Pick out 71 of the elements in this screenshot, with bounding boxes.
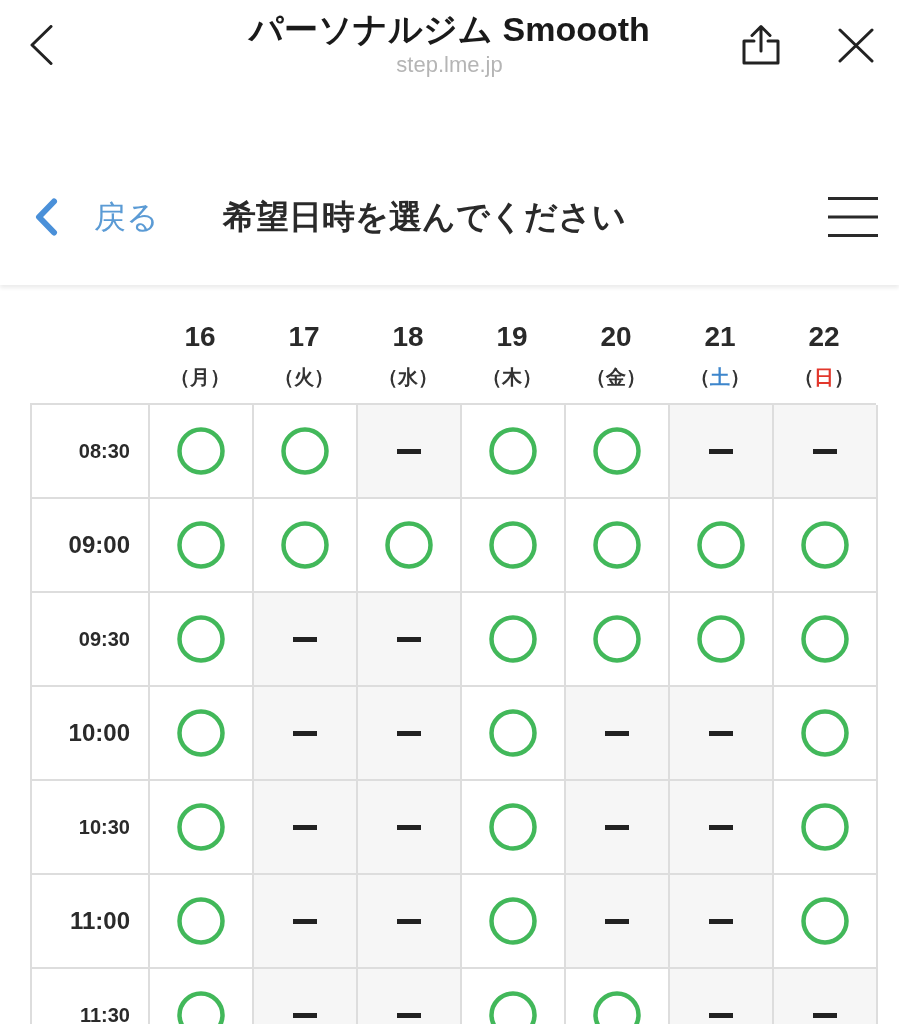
slot-cell[interactable] (254, 875, 358, 969)
slot-cell[interactable] (150, 499, 254, 593)
slot-cell[interactable] (150, 687, 254, 781)
date-label: 20 (600, 320, 632, 354)
time-label: 10:00 (32, 687, 150, 781)
slot-cell[interactable] (462, 781, 566, 875)
slot-cell[interactable] (774, 405, 878, 499)
slot-cell[interactable] (774, 875, 878, 969)
date-label: 19 (496, 320, 528, 354)
slot-cell[interactable] (254, 781, 358, 875)
slot-cell[interactable] (566, 687, 670, 781)
slot-cell[interactable] (774, 499, 878, 593)
slot-cell[interactable] (670, 875, 774, 969)
slot-cell[interactable] (670, 781, 774, 875)
header-title: 希望日時を選んでください (223, 197, 626, 237)
weekday-label: （火） (274, 365, 334, 390)
chevron-left-icon (34, 198, 58, 236)
slot-cell[interactable] (670, 687, 774, 781)
time-label: 10:30 (32, 781, 150, 875)
slot-cell[interactable] (462, 405, 566, 499)
share-icon[interactable] (742, 24, 780, 65)
slot-cell[interactable] (670, 593, 774, 687)
date-label: 17 (288, 320, 320, 354)
slot-cell[interactable] (254, 593, 358, 687)
slot-cell[interactable] (462, 593, 566, 687)
weekday-label: （土） (690, 365, 750, 390)
weekday-label: （月） (170, 365, 230, 390)
slot-cell[interactable] (566, 593, 670, 687)
time-label: 09:30 (32, 593, 150, 687)
slot-cell[interactable] (566, 875, 670, 969)
weekday-label: （日） (794, 365, 854, 390)
slot-cell[interactable] (566, 405, 670, 499)
slot-cell[interactable] (566, 781, 670, 875)
slot-cell[interactable] (254, 687, 358, 781)
weekday-label: （金） (586, 365, 646, 390)
slot-cell[interactable] (358, 875, 462, 969)
date-label: 16 (184, 320, 216, 354)
date-label: 21 (704, 320, 736, 354)
slot-cell[interactable] (254, 405, 358, 499)
slot-cell[interactable] (774, 781, 878, 875)
weekday-label: （水） (378, 365, 438, 390)
slot-cell[interactable] (670, 499, 774, 593)
date-label: 18 (392, 320, 424, 354)
slot-cell[interactable] (150, 405, 254, 499)
menu-icon[interactable] (828, 197, 878, 237)
slot-cell[interactable] (358, 405, 462, 499)
time-label: 08:30 (32, 405, 150, 499)
slot-cell[interactable] (462, 499, 566, 593)
slot-cell[interactable] (670, 405, 774, 499)
slot-cell[interactable] (774, 687, 878, 781)
slot-cell[interactable] (150, 593, 254, 687)
slot-cell[interactable] (254, 499, 358, 593)
slot-cell[interactable] (358, 499, 462, 593)
slot-cell[interactable] (774, 593, 878, 687)
slot-cell[interactable] (462, 875, 566, 969)
slot-cell[interactable] (358, 593, 462, 687)
weekday-label: （木） (482, 365, 542, 390)
page-title: パーソナルジム Smoooth (249, 9, 650, 50)
time-label: 09:00 (32, 499, 150, 593)
back-icon[interactable] (29, 25, 53, 65)
back-button[interactable]: 戻る (34, 193, 159, 241)
slot-cell[interactable] (150, 875, 254, 969)
slot-cell[interactable] (566, 499, 670, 593)
date-label: 22 (808, 320, 840, 354)
url-text: step.lme.jp (396, 51, 503, 79)
time-label: 11:00 (32, 875, 150, 969)
slot-cell[interactable] (358, 781, 462, 875)
slot-cell[interactable] (358, 687, 462, 781)
slot-cell[interactable] (150, 781, 254, 875)
slot-cell[interactable] (462, 687, 566, 781)
close-icon[interactable] (838, 28, 874, 63)
